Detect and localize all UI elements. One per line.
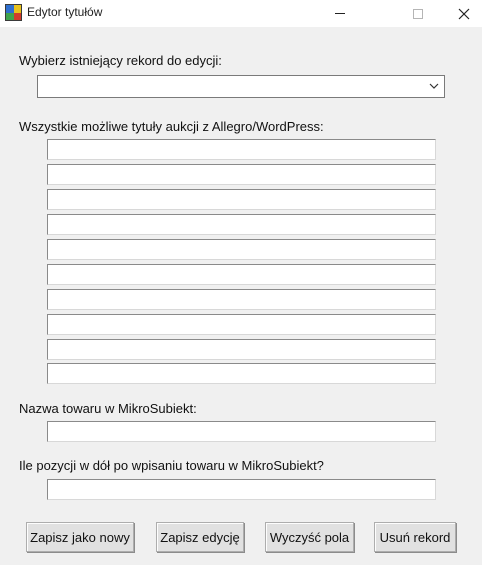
product-name-label: Nazwa towaru w MikroSubiekt: (19, 401, 197, 416)
close-icon (458, 8, 470, 19)
record-select-label: Wybierz istniejący rekord do edycji: (19, 53, 222, 68)
title-field-10[interactable] (47, 363, 436, 384)
title-field-7[interactable] (47, 289, 436, 310)
title-field-2[interactable] (47, 164, 436, 185)
title-field-8[interactable] (47, 314, 436, 335)
app-grid-icon (5, 4, 22, 21)
positions-down-label: Ile pozycji w dół po wpisaniu towaru w M… (19, 458, 324, 473)
window-title: Edytor tytułów (27, 5, 103, 19)
product-name-field[interactable] (47, 421, 436, 442)
save-new-button[interactable]: Zapisz jako nowy (26, 522, 134, 552)
save-edit-button[interactable]: Zapisz edycję (156, 522, 244, 552)
title-field-1[interactable] (47, 139, 436, 160)
positions-down-field[interactable] (47, 479, 436, 500)
clear-fields-button[interactable]: Wyczyść pola (265, 522, 354, 552)
titles-section-label: Wszystkie możliwe tytuły aukcji z Allegr… (19, 119, 324, 134)
maximize-button[interactable] (398, 0, 438, 27)
title-field-5[interactable] (47, 239, 436, 260)
minimize-button[interactable] (320, 0, 360, 27)
title-field-3[interactable] (47, 189, 436, 210)
title-field-6[interactable] (47, 264, 436, 285)
minimize-icon (335, 13, 345, 14)
title-field-4[interactable] (47, 214, 436, 235)
record-select-dropdown[interactable] (37, 75, 445, 98)
chevron-down-icon (429, 83, 439, 89)
title-field-9[interactable] (47, 339, 436, 360)
title-bar: Edytor tytułów (0, 0, 482, 27)
delete-record-button[interactable]: Usuń rekord (374, 522, 456, 552)
close-button[interactable] (444, 0, 482, 27)
maximize-icon (413, 8, 423, 19)
